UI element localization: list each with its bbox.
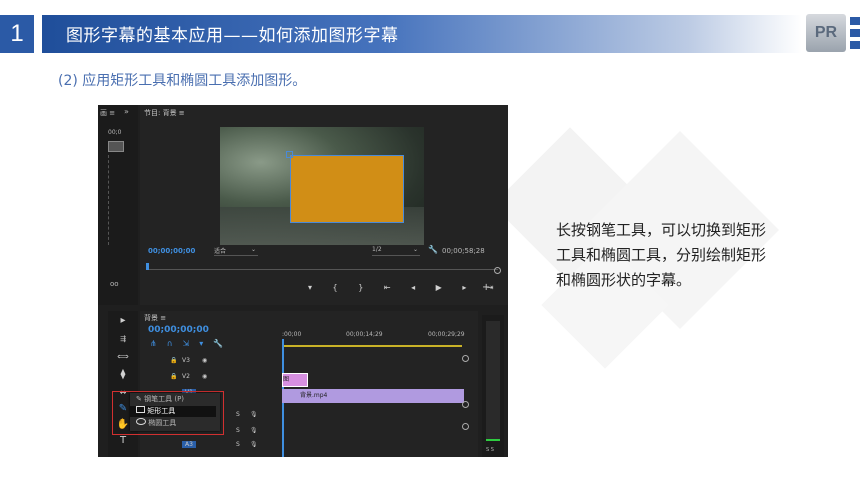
duration-timecode: 00;00;58;28: [442, 247, 485, 255]
logo-stripe: [850, 29, 860, 37]
timeline-timecode[interactable]: 00;00;00;00: [148, 325, 209, 335]
solo-button[interactable]: S: [236, 427, 240, 434]
panel-overflow-chevron[interactable]: »: [124, 107, 129, 116]
flyout-item-label: 钢笔工具 (P): [144, 395, 185, 403]
microphone-icon[interactable]: 🎙: [250, 427, 258, 434]
flyout-item-label: 椭圆工具: [148, 419, 177, 427]
ruler-label: 00;00;14;29: [346, 331, 383, 338]
scroll-handle[interactable]: [462, 355, 469, 362]
rectangle-shape[interactable]: [290, 155, 404, 223]
flyout-item-label: 矩形工具: [147, 407, 176, 415]
shape-handle[interactable]: [286, 151, 293, 158]
solo-button[interactable]: S: [236, 411, 240, 418]
wrench-icon[interactable]: 🔧: [428, 245, 438, 254]
chevron-down-icon: ⌄: [412, 246, 418, 253]
premiere-screenshot: 画 ≡ » 00;0 oo 节目: 背景 ≡ 00;00;00;00 适合 ⌄ …: [98, 105, 508, 457]
logo-stripe: [850, 17, 860, 25]
resolution-label: 1/2: [372, 246, 382, 253]
clip-label: 背景.mp4: [300, 392, 328, 399]
scrubber-end-handle[interactable]: [494, 267, 501, 274]
track-label: V2: [182, 373, 190, 380]
scroll-handle[interactable]: [462, 423, 469, 430]
ripple-edit-tool-icon[interactable]: ⟺: [116, 351, 130, 363]
track-row-v3: 🔒 V3 ◉: [140, 357, 440, 369]
project-timecode: 00;0: [108, 129, 122, 136]
link-icon[interactable]: oo: [110, 280, 119, 288]
timeline-title: 背景 ≡: [144, 314, 167, 322]
eye-icon[interactable]: ◉: [202, 357, 207, 364]
scrubber-track[interactable]: [146, 269, 498, 270]
logo-stripe: [850, 41, 860, 49]
add-button-icon[interactable]: +: [482, 282, 490, 293]
meter-level: [486, 439, 500, 441]
solo-button[interactable]: S: [236, 441, 240, 448]
scroll-handle[interactable]: [462, 401, 469, 408]
flyout-item-rectangle[interactable]: 矩形工具: [130, 406, 216, 417]
playhead[interactable]: [146, 263, 149, 270]
eye-icon[interactable]: ◉: [202, 373, 207, 380]
track-label: A3: [182, 441, 196, 448]
project-item-thumbnail[interactable]: [108, 141, 124, 152]
clip-v2[interactable]: 图: [282, 373, 308, 387]
track-select-tool-icon[interactable]: ⇶: [116, 333, 130, 345]
project-list-guide: [108, 155, 110, 245]
flyout-item-pen[interactable]: ✎ 钢笔工具 (P): [130, 394, 220, 405]
work-area-bar[interactable]: [282, 345, 462, 347]
razor-tool-icon[interactable]: ⧫: [116, 369, 130, 381]
ellipse-icon: [136, 418, 146, 425]
ruler-label: :00;00: [282, 331, 302, 338]
microphone-icon[interactable]: 🎙: [250, 411, 258, 418]
meter-solo-label: S S: [486, 447, 494, 453]
program-monitor: 节目: 背景 ≡ 00;00;00;00 适合 ⌄ 1/2 ⌄ 🔧 00;00;…: [140, 105, 508, 305]
timeline-toolbar[interactable]: ⋔∩⇲▾🔧: [150, 339, 233, 348]
meter-track: [486, 321, 500, 441]
chevron-down-icon: ⌄: [250, 246, 256, 253]
track-row-a3: A3 S 🎙: [140, 441, 440, 453]
pen-icon: ✎: [136, 395, 142, 403]
video-frame[interactable]: [220, 127, 424, 245]
flyout-item-ellipse[interactable]: 椭圆工具: [130, 418, 220, 429]
project-panel-header: 画 ≡: [100, 109, 116, 117]
rectangle-icon: [136, 406, 145, 413]
track-label: V3: [182, 357, 190, 364]
timeline-panel: 背景 ≡ 00;00;00;00 ⋔∩⇲▾🔧 :00;00 00;00;14;2…: [140, 311, 478, 457]
premiere-logo: PR: [806, 14, 846, 52]
project-panel: 画 ≡ » 00;0 oo: [98, 105, 138, 305]
slide-title: 图形字幕的基本应用——如何添加图形字幕: [66, 26, 399, 46]
lock-icon[interactable]: 🔒: [170, 357, 177, 364]
fit-dropdown[interactable]: 适合 ⌄: [214, 246, 258, 256]
section-subtitle: (2) 应用矩形工具和椭圆工具添加图形。: [58, 73, 307, 89]
lock-icon[interactable]: 🔒: [170, 373, 177, 380]
type-tool-icon[interactable]: T: [116, 435, 130, 447]
tool-flyout-menu: ✎ 钢笔工具 (P) 矩形工具 椭圆工具: [130, 393, 220, 431]
program-timecode[interactable]: 00;00;00;00: [148, 247, 195, 255]
clip-v1[interactable]: 背景.mp4: [282, 389, 464, 403]
caption-text: 长按钢笔工具，可以切换到矩形工具和椭圆工具，分别绘制矩形和椭圆形状的字幕。: [556, 221, 767, 289]
selection-tool-icon[interactable]: ▸: [116, 315, 130, 327]
ruler-label: 00;00;29;29: [428, 331, 465, 338]
transport-controls[interactable]: ▾ { } ⇤ ◂ ▶ ▸ ⇥ ⇆ ⇄ ⧉: [308, 283, 508, 293]
slide-number: 1: [0, 15, 34, 53]
tools-panel: ▸ ⇶ ⟺ ⧫ ↔ ✎ ✋ T: [108, 311, 138, 457]
resolution-dropdown[interactable]: 1/2 ⌄: [372, 246, 420, 256]
fit-label: 适合: [214, 248, 227, 255]
program-monitor-title: 节目: 背景 ≡: [144, 109, 185, 117]
audio-meter: S S: [482, 315, 504, 457]
clip-label: 图: [283, 376, 290, 383]
microphone-icon[interactable]: 🎙: [250, 441, 258, 448]
